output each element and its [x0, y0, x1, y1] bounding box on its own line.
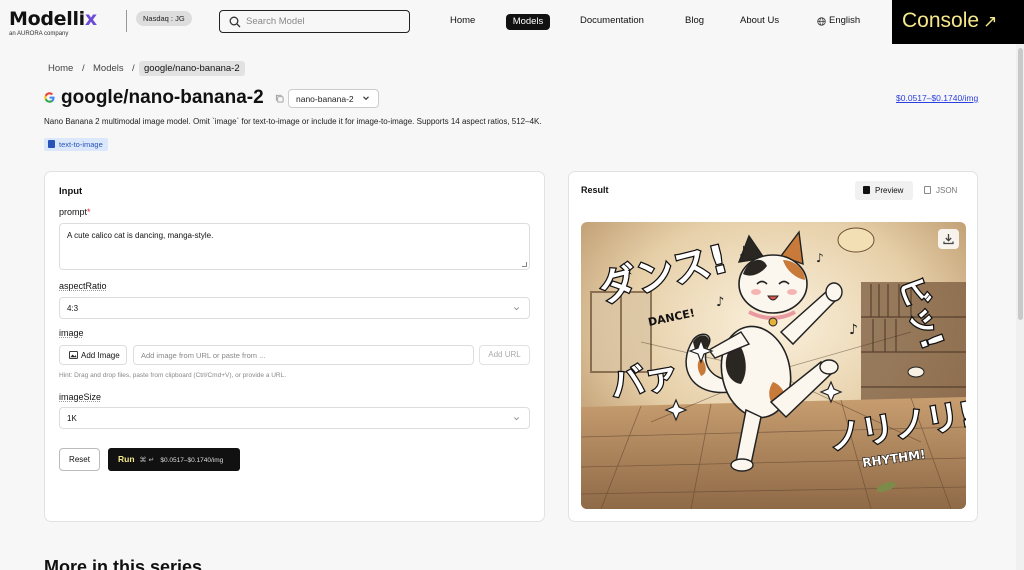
- copy-icon[interactable]: [275, 94, 284, 103]
- scrollbar-thumb[interactable]: [1018, 48, 1023, 320]
- image-size-label: imageSize: [59, 392, 102, 402]
- price-link[interactable]: $0.0517–$0.1740/img: [896, 93, 978, 103]
- image-label: image: [59, 328, 84, 338]
- image-size-select[interactable]: 1K: [59, 407, 530, 429]
- aspect-ratio-label: aspectRatio: [59, 281, 107, 291]
- file-icon: [924, 186, 931, 194]
- console-label: Console: [902, 9, 980, 32]
- result-heading: Result: [581, 185, 609, 195]
- nav-home[interactable]: Home: [450, 15, 475, 26]
- model-description: Nano Banana 2 multimodal image model. Om…: [44, 117, 542, 126]
- google-logo-icon: [44, 92, 55, 103]
- breadcrumb-current: google/nano-banana-2: [139, 61, 245, 76]
- required-mark: *: [87, 207, 91, 217]
- tab-preview[interactable]: Preview: [855, 181, 913, 200]
- aspect-ratio-select[interactable]: 4:3: [59, 297, 530, 319]
- keyboard-shortcut: ⌘ ↵: [139, 457, 155, 464]
- series-section-title: More in this series: [44, 557, 203, 570]
- prompt-value: A cute calico cat is dancing, manga-styl…: [67, 231, 214, 240]
- nasdaq-badge: Nasdaq : JG: [136, 11, 192, 26]
- search-box[interactable]: [219, 10, 410, 33]
- search-icon: [229, 16, 241, 28]
- add-url-button[interactable]: Add URL: [479, 345, 530, 365]
- manga-cat-illustration: ♪ ♪ ♪ ♪ ダンス! DANCE! バァ ビッ! ノリノリ! RHYTHM!: [581, 222, 966, 509]
- nav-models[interactable]: Models: [506, 14, 550, 30]
- language-selector[interactable]: English: [829, 15, 860, 26]
- input-heading: Input: [59, 186, 83, 197]
- variant-value: nano-banana-2: [296, 94, 354, 104]
- breadcrumb-home[interactable]: Home: [48, 63, 73, 74]
- document-icon: [863, 186, 870, 194]
- tab-json[interactable]: JSON: [921, 181, 965, 200]
- capability-tag: text-to-image: [44, 138, 108, 151]
- arrow-up-right-icon: ↗: [983, 12, 998, 31]
- logo-subtitle: an AURORA company: [9, 31, 69, 37]
- download-icon: [943, 234, 954, 245]
- run-label: Run: [118, 454, 135, 464]
- logo-accent-letter: x: [84, 8, 97, 30]
- image-icon: [69, 351, 78, 359]
- chevron-down-icon: [514, 307, 519, 311]
- prompt-textarea[interactable]: A cute calico cat is dancing, manga-styl…: [59, 223, 530, 270]
- prompt-label: prompt*: [59, 207, 91, 217]
- svg-text:♪: ♪: [739, 244, 748, 260]
- nav-blog[interactable]: Blog: [685, 15, 704, 26]
- search-input[interactable]: [246, 13, 406, 30]
- svg-text:♪: ♪: [716, 295, 724, 310]
- chevron-down-icon: [514, 417, 519, 421]
- breadcrumb-separator: /: [132, 63, 135, 74]
- run-price: $0.0517–$0.1740/img: [160, 457, 224, 464]
- brand-logo[interactable]: Modellix: [9, 8, 97, 30]
- variant-dropdown[interactable]: nano-banana-2: [288, 89, 379, 108]
- logo-text: Modellix: [9, 8, 97, 30]
- image-size-value: 1K: [67, 414, 77, 423]
- add-image-label: Add Image: [81, 351, 120, 360]
- upload-hint: Hint: Drag and drop files, paste from cl…: [59, 372, 287, 379]
- tab-preview-label: Preview: [875, 186, 904, 195]
- svg-text:♪: ♪: [849, 322, 858, 338]
- resize-handle-icon[interactable]: [522, 262, 527, 267]
- console-button[interactable]: Console ↗: [892, 0, 1024, 44]
- run-button[interactable]: Run ⌘ ↵ $0.0517–$0.1740/img: [108, 448, 240, 471]
- add-image-button[interactable]: Add Image: [59, 345, 127, 365]
- download-button[interactable]: [938, 229, 959, 249]
- breadcrumb-models[interactable]: Models: [93, 63, 124, 74]
- reset-button[interactable]: Reset: [59, 448, 100, 471]
- top-navigation-bar: Modellix an AURORA company Nasdaq : JG H…: [0, 0, 1024, 44]
- globe-icon: [817, 17, 826, 26]
- document-icon: [48, 140, 55, 148]
- nav-documentation[interactable]: Documentation: [580, 15, 644, 26]
- image-url-input[interactable]: [133, 345, 474, 365]
- svg-text:♪: ♪: [816, 251, 824, 265]
- generated-image[interactable]: ♪ ♪ ♪ ♪ ダンス! DANCE! バァ ビッ! ノリノリ! RHYTHM!: [581, 222, 966, 509]
- nav-about-us[interactable]: About Us: [740, 15, 779, 26]
- logo-divider: [126, 10, 127, 32]
- aspect-ratio-value: 4:3: [67, 304, 79, 313]
- chevron-down-icon: [363, 96, 369, 101]
- tag-label: text-to-image: [59, 140, 103, 149]
- page-title: google/nano-banana-2: [61, 87, 264, 108]
- breadcrumb-separator: /: [82, 63, 85, 74]
- tab-json-label: JSON: [936, 186, 958, 195]
